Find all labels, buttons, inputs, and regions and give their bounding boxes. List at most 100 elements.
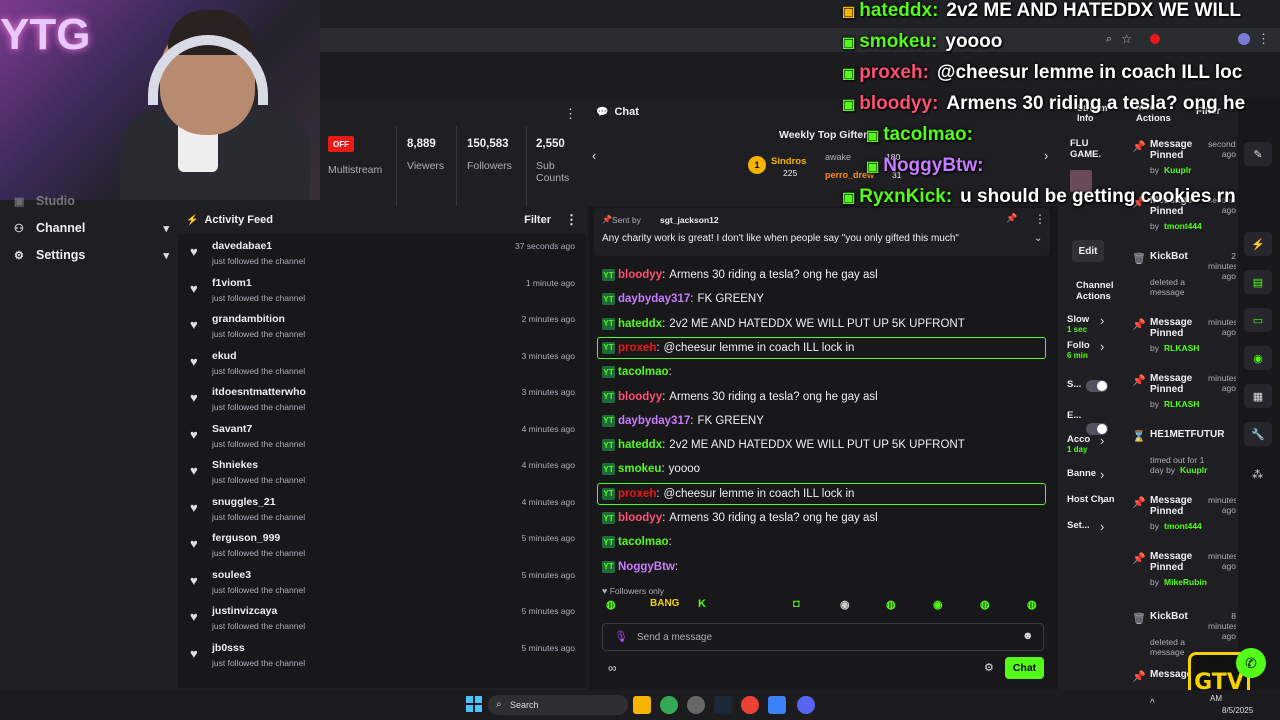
chat-bubble-icon[interactable]: ✆ — [1236, 648, 1266, 678]
chat-username[interactable]: daybyday317 — [618, 293, 690, 305]
app-icon[interactable] — [768, 696, 786, 714]
apps-icon[interactable]: ⁂ — [1252, 468, 1263, 481]
timestamp: 5 minutes ago — [521, 533, 575, 543]
emote-icon[interactable]: ◉ — [840, 598, 850, 611]
badge-icon: YT — [602, 439, 615, 452]
setting-item[interactable]: E... — [1067, 410, 1115, 421]
chevron-up-icon[interactable]: ^ — [1150, 698, 1155, 709]
chat-username[interactable]: NoggyBtw — [618, 561, 675, 573]
emote-k[interactable]: K — [698, 598, 706, 610]
broadcast-icon[interactable]: ◉ — [1244, 346, 1272, 370]
chevron-right-icon[interactable]: › — [1100, 313, 1104, 328]
mod-action-user[interactable]: RLKASH — [1164, 343, 1199, 353]
lightning-icon[interactable]: ⚡ — [1244, 232, 1272, 256]
setting-item[interactable]: Banne — [1067, 468, 1115, 479]
subs-value: 2,550 — [536, 138, 565, 150]
more-options-icon[interactable]: ⋮ — [565, 212, 578, 228]
wrench-icon[interactable]: 🔧 — [1244, 422, 1272, 446]
setting-item[interactable]: Acco 1 day — [1067, 434, 1115, 454]
chevron-right-icon[interactable]: › — [1100, 467, 1104, 482]
emote-icon[interactable]: ◉ — [933, 598, 943, 611]
more-options-icon[interactable]: ⋮ — [564, 106, 577, 122]
start-tile — [475, 705, 482, 712]
mod-action-user[interactable]: Kuuplr — [1180, 465, 1207, 475]
chrome-icon[interactable] — [741, 696, 759, 714]
chat-message: YT daybyday317: FK GREENY — [602, 410, 1042, 432]
nav-item-channel[interactable]: ⚇ Channel ▾ — [14, 217, 169, 239]
document-icon[interactable]: ▤ — [1244, 270, 1272, 294]
follow-action: just followed the channel — [212, 584, 306, 595]
chat-message: YT tacolmao: — [602, 531, 1042, 553]
chat-username[interactable]: bloodyy — [618, 391, 662, 403]
mod-action-user[interactable]: Kuuplr — [1164, 165, 1191, 175]
setting-item[interactable]: Host Chan — [1067, 494, 1115, 505]
mic-icon[interactable]: 🎙 — [614, 630, 628, 643]
layers-icon[interactable]: ▦ — [1244, 384, 1272, 408]
pin-icon[interactable]: 📌 — [1006, 213, 1017, 224]
chat-username[interactable]: bloodyy — [618, 269, 662, 281]
chevron-right-icon[interactable]: › — [1044, 148, 1048, 163]
chevron-right-icon[interactable]: › — [1100, 519, 1104, 534]
more-options-icon[interactable]: ⋮ — [1034, 212, 1046, 226]
setting-item[interactable]: Set... — [1067, 520, 1115, 531]
chat-username[interactable]: proxeh — [618, 342, 656, 354]
chat-bubble-icon[interactable]: ▭ — [1244, 308, 1272, 332]
badge-icon: ▣ — [842, 64, 856, 81]
windows-start-icon[interactable] — [466, 696, 482, 712]
mod-action-user[interactable]: tmont444 — [1164, 521, 1202, 531]
points-icon[interactable]: ∞ — [608, 661, 617, 675]
chevron-left-icon[interactable]: ‹ — [592, 148, 596, 163]
toggle-switch[interactable] — [1086, 380, 1108, 392]
emoji-icon[interactable]: ☻ — [1022, 630, 1034, 642]
game-title: FLU GAME. — [1070, 138, 1102, 160]
emote-icon[interactable]: ◍ — [606, 598, 616, 611]
setting-item[interactable]: Follo 6 min — [1067, 340, 1115, 360]
chat-username[interactable]: tacolmao — [618, 536, 669, 548]
chevron-down-icon[interactable]: ⌄ — [1034, 233, 1042, 244]
zoom-icon[interactable]: ⌕ — [1106, 33, 1112, 46]
emote-icon[interactable]: ◍ — [980, 598, 990, 611]
chat-username[interactable]: bloodyy — [618, 512, 662, 524]
pencil-icon[interactable]: ✎ — [1244, 142, 1272, 166]
gear-icon[interactable]: ⚙ — [984, 661, 994, 674]
chat-username[interactable]: proxeh — [618, 488, 656, 500]
chevron-right-icon[interactable]: › — [1100, 433, 1104, 448]
discord-icon[interactable] — [797, 696, 815, 714]
taskbar-search[interactable]: ⌕ Search — [488, 695, 628, 715]
emote-icon[interactable]: ◍ — [1027, 598, 1037, 611]
chrome-icon[interactable] — [660, 696, 678, 714]
nav-item-settings[interactable]: ⚙ Settings ▾ — [14, 244, 169, 266]
chat-input[interactable]: 🎙 Send a message ☻ — [602, 623, 1044, 651]
file-explorer-icon[interactable] — [633, 696, 651, 714]
search-icon: ⌕ — [496, 699, 502, 710]
chevron-right-icon[interactable]: › — [1100, 339, 1104, 354]
clock-time[interactable]: AM — [1210, 694, 1222, 703]
emote-bang[interactable]: BANG — [650, 598, 679, 609]
chat-username[interactable]: hateddx — [618, 318, 662, 330]
extension-icon[interactable] — [1150, 34, 1160, 44]
steam-icon[interactable] — [714, 696, 732, 714]
chat-username[interactable]: hateddx — [618, 439, 662, 451]
emote-icon[interactable]: ◘ — [793, 598, 800, 610]
setting-item[interactable]: Slow 1 sec — [1067, 314, 1115, 334]
chevron-right-icon[interactable]: › — [1100, 493, 1104, 508]
browser-menu-icon[interactable]: ⋮ — [1257, 31, 1270, 47]
emote-icon[interactable]: ◍ — [886, 598, 896, 611]
obs-icon[interactable] — [687, 696, 705, 714]
nav-item-studio[interactable]: ▣ Studio — [14, 190, 169, 212]
chat-username[interactable]: tacolmao — [618, 366, 669, 378]
chat-username[interactable]: daybyday317 — [618, 415, 690, 427]
mod-action-user[interactable]: tmont444 — [1164, 221, 1202, 231]
chat-username[interactable]: smokeu — [618, 463, 661, 475]
multistream-label[interactable]: Multistream — [328, 164, 382, 176]
bookmark-star-icon[interactable]: ☆ — [1121, 32, 1132, 46]
edit-button[interactable]: Edit — [1072, 240, 1104, 262]
follow-action: just followed the channel — [212, 365, 306, 376]
send-chat-button[interactable]: Chat — [1005, 657, 1044, 679]
clock-date[interactable]: 8/5/2025 — [1222, 706, 1253, 715]
filter-button[interactable]: Filter — [524, 214, 551, 226]
profile-avatar[interactable] — [1238, 33, 1250, 45]
mod-action-user[interactable]: MikeRubin — [1164, 577, 1207, 587]
browser-address-bar[interactable]: ⌕ ☆ ⋮ — [320, 28, 1280, 52]
mod-action-user[interactable]: RLKASH — [1164, 399, 1199, 409]
